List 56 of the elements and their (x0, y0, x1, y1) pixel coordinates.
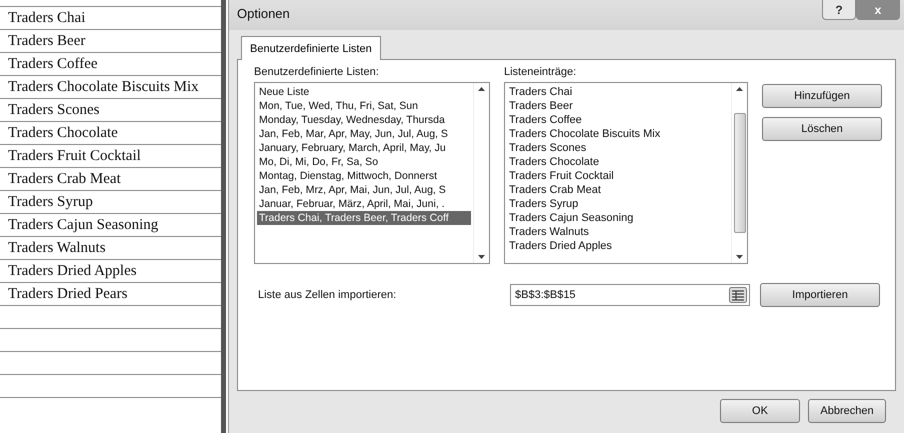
list-item[interactable]: Jan, Feb, Mar, Apr, May, Jun, Jul, Aug, S (257, 127, 471, 141)
list-entry: Traders Fruit Cocktail (508, 169, 615, 183)
field-label: Liste aus Zellen importieren: (257, 289, 398, 301)
spreadsheet-cell: Traders Chocolate (0, 121, 221, 144)
list-entry: Traders Chocolate Biscuits Mix (508, 127, 662, 141)
custom-lists-listbox[interactable] (254, 82, 490, 264)
scroll-up-arrow-icon[interactable] (736, 87, 743, 91)
list-item[interactable]: Montag, Dienstag, Mittwoch, Donnerst (257, 169, 471, 183)
spreadsheet-cell: Traders Syrup (0, 190, 221, 213)
field-label: Listeneinträge: (504, 66, 578, 78)
spreadsheet-cell: Traders Dried Apples (0, 259, 221, 282)
spreadsheet-cell: Traders Crab Meat (0, 167, 221, 190)
list-entry: Traders Chai (508, 85, 574, 99)
list-entry: Traders Dried Apples (508, 239, 613, 253)
list-entries-box[interactable] (504, 82, 748, 264)
import-button[interactable]: Importieren (760, 283, 880, 307)
spreadsheet-cell: Traders Dried Pears (0, 282, 221, 305)
spreadsheet-cell: Traders Fruit Cocktail (0, 144, 221, 167)
list-entry: Traders Cajun Seasoning (508, 211, 634, 225)
spreadsheet-cell: Traders Scones (0, 98, 221, 121)
list-item[interactable]: Mon, Tue, Wed, Thu, Fri, Sat, Sun (257, 99, 471, 113)
scroll-down-arrow-icon[interactable] (478, 255, 485, 259)
range-input[interactable]: $B$3:$B$15 (515, 289, 705, 301)
spreadsheet-cell: Traders Chai (0, 6, 221, 29)
spreadsheet-cell: Traders Walnuts (0, 236, 221, 259)
range-input-field[interactable]: $B$3:$B$15 (510, 284, 750, 306)
list-item[interactable]: January, February, March, April, May, Ju (257, 141, 471, 155)
delete-button[interactable]: Löschen (762, 117, 882, 141)
list-item[interactable]: Januar, Februar, März, April, Mai, Juni, . (257, 197, 471, 211)
range-picker-icon[interactable] (729, 287, 747, 303)
window-title: Optionen (237, 6, 290, 21)
ok-button[interactable]: OK (720, 399, 800, 423)
list-entry: Traders Coffee (508, 113, 583, 127)
list-item[interactable]: Jan, Feb, Mrz, Apr, Mai, Jun, Jul, Aug, S (257, 183, 471, 197)
spreadsheet-cell: Traders Chocolate Biscuits Mix (0, 75, 221, 98)
cancel-button[interactable]: Abbrechen (808, 399, 886, 423)
spreadsheet-cell: Traders Cajun Seasoning (0, 213, 221, 236)
spreadsheet-cell: Traders Coffee (0, 52, 221, 75)
list-item[interactable]: Neue Liste (257, 85, 471, 99)
list-entry: Traders Syrup (508, 197, 580, 211)
add-button[interactable]: Hinzufügen (762, 84, 882, 108)
list-entry: Traders Walnuts (508, 225, 590, 239)
list-entry: Traders Scones (508, 141, 588, 155)
help-button[interactable]: ? (822, 0, 856, 20)
list-item[interactable]: Mo, Di, Mi, Do, Fr, Sa, So (257, 155, 471, 169)
list-entry: Traders Crab Meat (508, 183, 602, 197)
list-entry: Traders Beer (508, 99, 574, 113)
list-item[interactable]: Traders Chai, Traders Beer, Traders Coff (257, 211, 471, 225)
list-item[interactable]: Monday, Tuesday, Wednesday, Thursda (257, 113, 471, 127)
scroll-thumb[interactable] (734, 113, 746, 233)
scroll-up-arrow-icon[interactable] (478, 87, 485, 91)
list-entry: Traders Chocolate (508, 155, 600, 169)
field-label: Benutzerdefinierte Listen: (254, 66, 380, 78)
scroll-down-arrow-icon[interactable] (736, 255, 743, 259)
tab[interactable]: Benutzerdefinierte Listen (241, 36, 381, 60)
spreadsheet-cell: Traders Beer (0, 29, 221, 52)
